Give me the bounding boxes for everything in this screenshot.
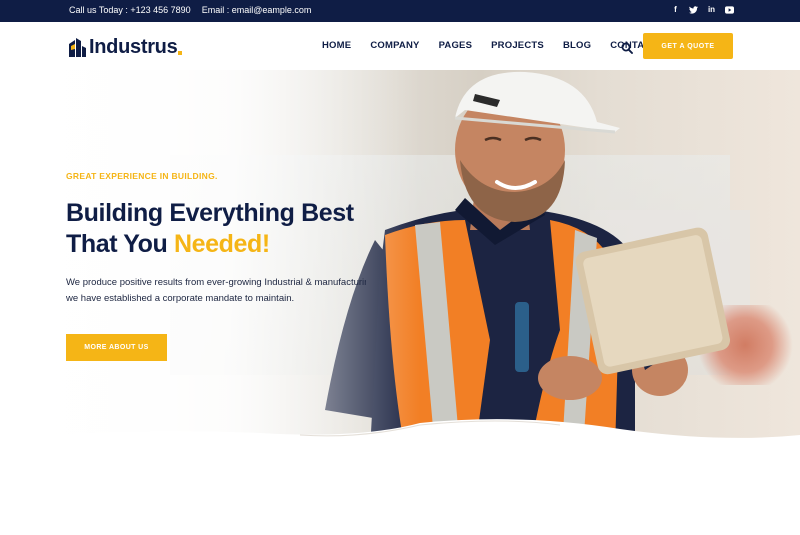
main-header: Industrus HOME COMPANY PAGES PROJECTS BL… [0, 22, 800, 70]
linkedin-icon[interactable]: in [707, 4, 716, 15]
hero-wave-divider [0, 419, 800, 455]
phone-text[interactable]: Call us Today : +123 456 7890 [69, 5, 191, 15]
logo-mark-icon [69, 38, 86, 57]
headline-line-2: That You [66, 230, 174, 258]
email-text[interactable]: Email : email@eample.com [202, 5, 312, 15]
hero-section: GREAT EXPERIENCE IN BUILDING. Building E… [0, 70, 800, 450]
logo[interactable]: Industrus [69, 36, 183, 59]
logo-text: Industrus [89, 36, 178, 58]
get-a-quote-button[interactable]: GET A QUOTE [643, 33, 733, 59]
headline-accent: Needed! [173, 230, 270, 258]
headline-line-1: Building Everything Best [66, 199, 354, 227]
more-about-us-button[interactable]: MORE ABOUT US [66, 334, 167, 361]
nav-item-blog[interactable]: BLOG [563, 40, 591, 51]
search-icon[interactable] [621, 41, 633, 54]
nav-item-projects[interactable]: PROJECTS [491, 40, 544, 51]
hero-headline: Building Everything Best That You Needed… [66, 198, 354, 260]
logo-dot [178, 50, 183, 55]
youtube-icon[interactable] [725, 4, 734, 15]
contact-info: Call us Today : +123 456 7890 Email : em… [69, 5, 311, 15]
nav-item-company[interactable]: COMPANY [370, 40, 419, 51]
hero-eyebrow: GREAT EXPERIENCE IN BUILDING. [66, 171, 218, 181]
facebook-icon[interactable]: f [671, 4, 680, 15]
social-links: f in [671, 4, 734, 15]
top-bar: Call us Today : +123 456 7890 Email : em… [0, 0, 800, 22]
twitter-icon[interactable] [689, 4, 698, 15]
nav-item-home[interactable]: HOME [322, 40, 351, 51]
hero-description-line-1: We produce positive results from ever-gr… [66, 277, 366, 288]
hero-description-line-2: we have established a corporate mandate … [66, 293, 295, 304]
nav-item-pages[interactable]: PAGES [439, 40, 473, 51]
hero-overlay [0, 70, 420, 450]
hero-description: We produce positive results from ever-gr… [66, 275, 366, 307]
